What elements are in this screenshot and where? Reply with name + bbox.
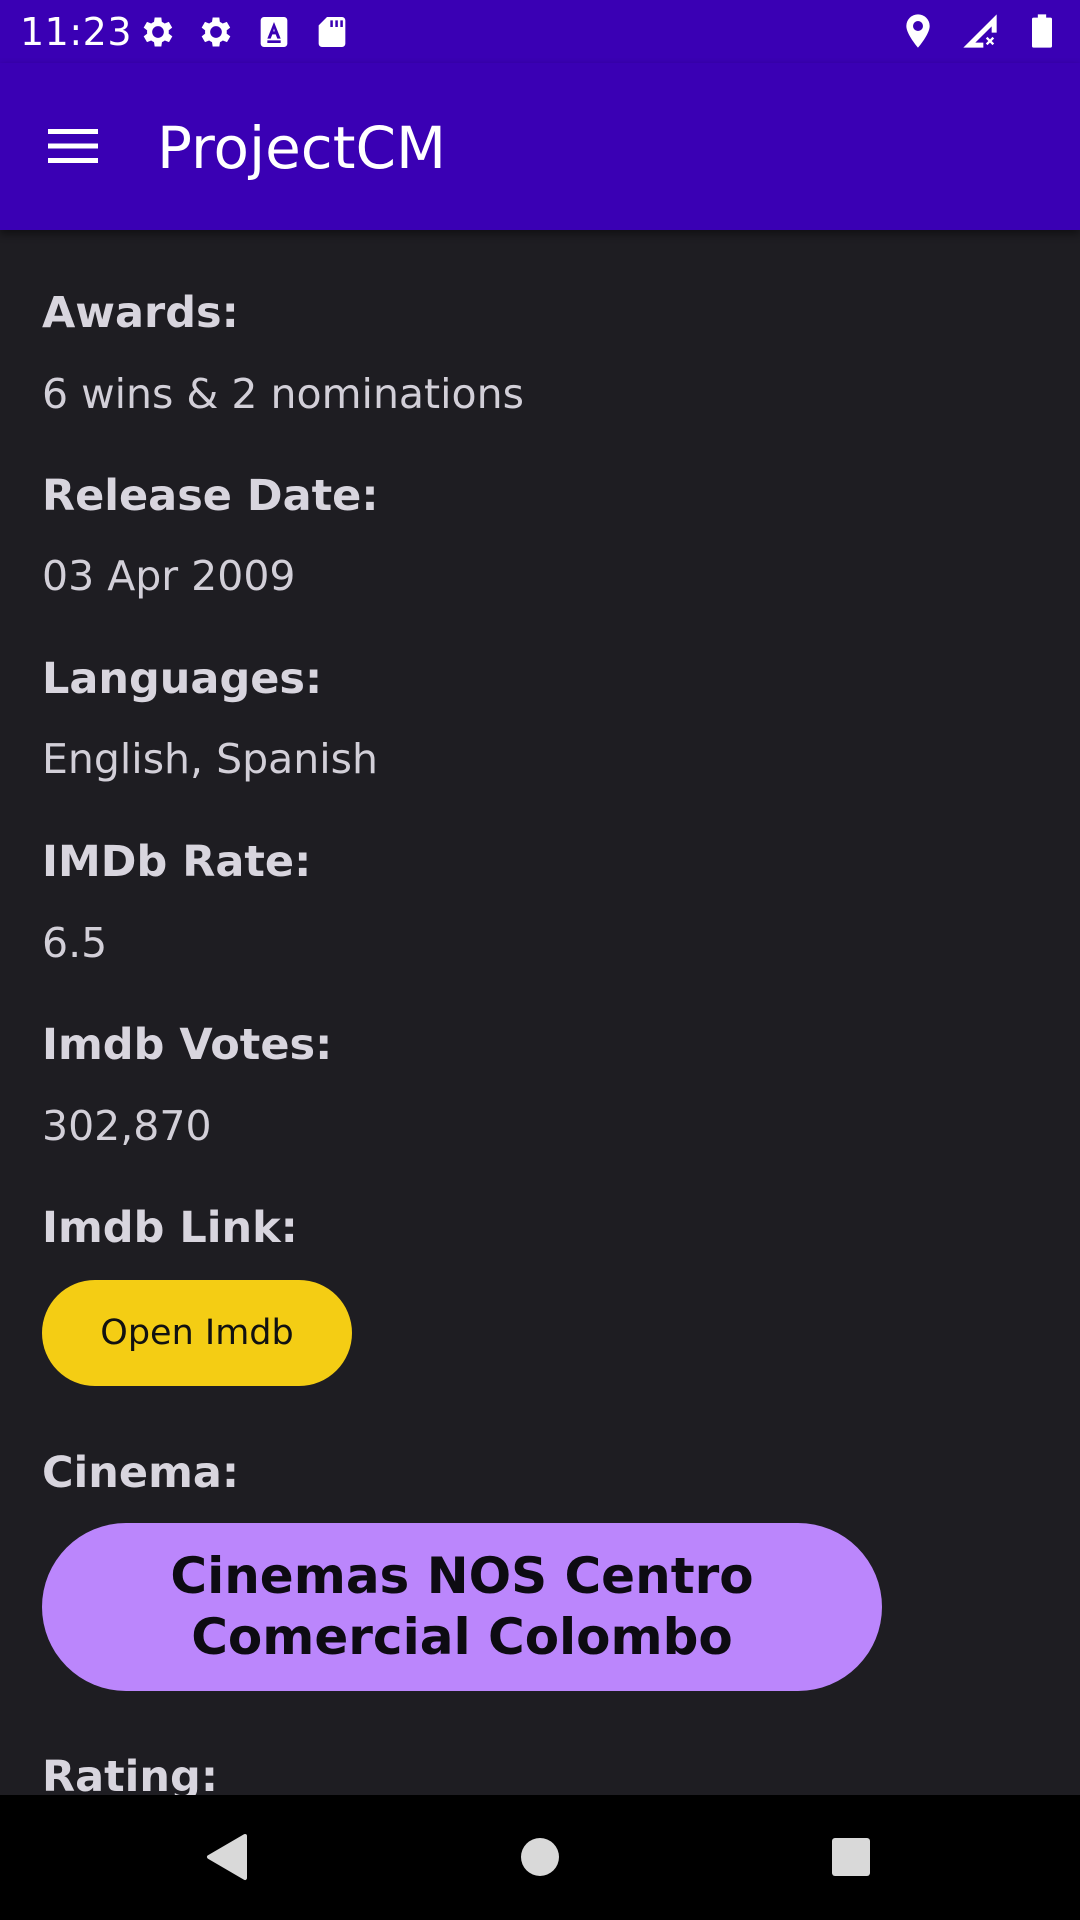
- imdb-link-label: Imdb Link:: [42, 1203, 298, 1253]
- gear-icon: [143, 17, 173, 47]
- status-bar: 11:23: [0, 0, 1080, 63]
- imdb-rate-label: IMDb Rate:: [42, 837, 312, 887]
- battery-icon: [1032, 14, 1052, 48]
- recents-button[interactable]: [806, 1817, 896, 1897]
- cinema-button[interactable]: Cinemas NOS Centro Comercial Colombo: [42, 1523, 882, 1691]
- status-icons-right: [898, 11, 1062, 51]
- home-circle-icon: [521, 1838, 559, 1876]
- languages-label: Languages:: [42, 654, 323, 704]
- back-triangle-icon: [207, 1834, 247, 1880]
- imdb-rate-value: 6.5: [42, 919, 108, 967]
- app-bar: ProjectCM: [0, 63, 1080, 230]
- imdb-votes-value: 302,870: [42, 1102, 212, 1150]
- release-date-label: Release Date:: [42, 471, 379, 521]
- recents-square-icon: [832, 1838, 870, 1876]
- menu-button[interactable]: [28, 109, 118, 183]
- open-imdb-button[interactable]: Open Imdb: [42, 1280, 352, 1386]
- rating-label: Rating:: [42, 1752, 219, 1795]
- movie-details-content[interactable]: Awards: 6 wins & 2 nominations Release D…: [0, 230, 1080, 1795]
- status-time: 11:23: [20, 10, 133, 54]
- app-title: ProjectCM: [157, 114, 446, 182]
- font-a-icon: [260, 17, 288, 47]
- location-icon: [906, 14, 930, 48]
- awards-value: 6 wins & 2 nominations: [42, 370, 524, 418]
- signal-icon: [963, 14, 997, 48]
- release-date-value: 03 Apr 2009: [42, 552, 296, 600]
- sd-card-icon: [318, 17, 346, 47]
- back-button[interactable]: [181, 1817, 271, 1897]
- languages-value: English, Spanish: [42, 735, 379, 783]
- cinema-label: Cinema:: [42, 1448, 240, 1498]
- system-nav-bar: [0, 1795, 1080, 1920]
- awards-label: Awards:: [42, 288, 239, 338]
- hamburger-menu-icon: [48, 129, 98, 163]
- gear-icon: [201, 17, 231, 47]
- home-button[interactable]: [495, 1817, 585, 1897]
- imdb-votes-label: Imdb Votes:: [42, 1020, 333, 1070]
- status-icons-left: [138, 12, 352, 52]
